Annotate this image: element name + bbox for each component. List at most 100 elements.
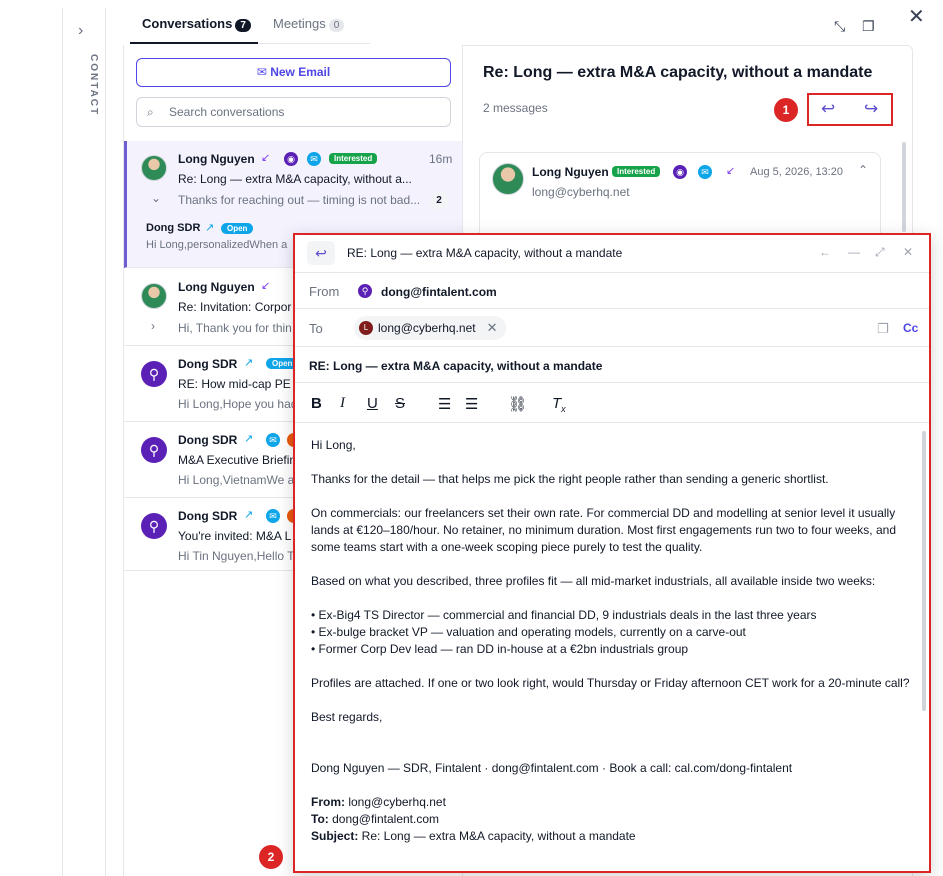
email-icon: ✉	[307, 152, 321, 166]
conversation-subject: Re: Long — extra M&A capacity, without a…	[178, 172, 412, 186]
message-count: 2 messages	[483, 101, 548, 115]
status-badge: Interested	[329, 153, 378, 164]
reply-icon[interactable]: ↩	[307, 241, 335, 265]
message-count: 2	[430, 192, 448, 210]
minimize-icon[interactable]: —	[848, 245, 860, 259]
search-icon: ⌕	[147, 105, 154, 119]
avatar: ⚲	[141, 361, 167, 387]
contact-name: Dong SDR	[178, 433, 238, 447]
quoted-value: long@cyberhq.net	[345, 795, 446, 809]
close-icon[interactable]: ✕	[908, 4, 925, 29]
clear-format-icon[interactable]: Tx	[552, 395, 566, 414]
email-body[interactable]: Hi Long, Thanks for the detail — that he…	[311, 437, 911, 845]
forward-icon[interactable]: ↪	[864, 99, 878, 119]
sender-name: Long Nguyen	[532, 165, 609, 179]
email-icon: ✉	[698, 165, 712, 179]
email-icon: ✉	[266, 509, 280, 523]
to-row: To L long@cyberhq.net ✕ ❐ Cc	[295, 309, 929, 347]
tab-meetings[interactable]: Meetings 0	[273, 16, 345, 32]
bullet-item: • Former Corp Dev lead — ran DD in-house…	[311, 642, 689, 656]
subject-row[interactable]: RE: Long — extra M&A capacity, without a…	[295, 347, 929, 383]
body-greeting: Hi Long,	[311, 438, 356, 452]
quoted-subject: Subject: Re: Long — extra M&A capacity, …	[311, 828, 911, 845]
chevron-up-icon[interactable]: ⌃	[858, 163, 868, 177]
recipient-email: long@cyberhq.net	[378, 321, 476, 335]
close-icon[interactable]: ✕	[903, 245, 913, 259]
contact-rail: › CONTACT	[62, 8, 106, 876]
contact-name: Dong SDR	[178, 357, 238, 371]
avatar	[492, 163, 524, 195]
outbound-arrow-icon: ↗	[205, 222, 215, 234]
avatar: ⚲	[141, 437, 167, 463]
search-input[interactable]: ⌕ Search conversations	[136, 97, 451, 127]
body-paragraph: Profiles are attached. If one or two loo…	[311, 676, 910, 690]
from-value[interactable]: dong@fintalent.com	[381, 285, 497, 299]
body-paragraph: Thanks for the detail — that helps me pi…	[311, 472, 829, 486]
recipient-chip[interactable]: L long@cyberhq.net ✕	[354, 316, 506, 340]
tab-bar: Conversations 7 Meetings 0	[130, 8, 370, 44]
body-paragraph: On commercials: our freelancers set thei…	[311, 506, 896, 554]
contact-rail-label: CONTACT	[88, 54, 99, 117]
ordered-list-icon[interactable]: ☰	[438, 395, 451, 413]
active-tab-indicator	[130, 42, 258, 44]
cc-button[interactable]: Cc	[903, 321, 918, 335]
bullet-list: • Ex-Big4 TS Director — commercial and f…	[311, 607, 911, 658]
back-arrow-icon[interactable]: ←	[819, 245, 831, 259]
tab-label: Conversations	[142, 16, 233, 31]
chevron-right-icon[interactable]: ›	[78, 22, 83, 40]
chevron-down-icon[interactable]: ⌄	[151, 191, 161, 205]
quoted-value: Re: Long — extra M&A capacity, without a…	[358, 829, 636, 843]
sender-avatar: ⚲	[358, 284, 372, 298]
conversation-preview: Hi Tin Nguyen,Hello T	[178, 549, 294, 563]
chevron-right-icon[interactable]: ›	[151, 319, 155, 333]
annotation-marker: 1	[774, 98, 798, 122]
collapse-icon[interactable]: ⤡	[834, 18, 845, 35]
quoted-label: Subject:	[311, 829, 359, 843]
outbound-arrow-icon: ↗	[244, 509, 254, 521]
scrollbar[interactable]	[922, 431, 926, 711]
from-label: From	[309, 284, 340, 299]
sub-sender-name: Dong SDR	[146, 222, 201, 234]
quoted-to: To: dong@fintalent.com	[311, 811, 911, 828]
outbound-arrow-icon: ↗	[244, 433, 254, 445]
inbound-arrow-icon: ↙	[261, 280, 271, 292]
conversation-subject: You're invited: M&A L	[178, 529, 292, 543]
email-icon: ✉	[266, 433, 280, 447]
conversation-subject: Re: Invitation: Corpor	[178, 300, 292, 314]
new-email-label: New Email	[270, 65, 331, 79]
copy-icon[interactable]: ❐	[877, 321, 889, 337]
conversation-subject: RE: How mid-cap PE	[178, 377, 291, 391]
to-label: To	[309, 321, 323, 336]
underline-icon[interactable]: U	[367, 395, 378, 412]
tab-conversations[interactable]: Conversations 7	[142, 16, 251, 32]
contact-name: Long Nguyen	[178, 280, 255, 294]
conversation-preview: Hi Long,VietnamWe a	[178, 473, 294, 487]
status-badge: Open	[221, 223, 254, 234]
new-email-button[interactable]: ✉ New Email	[136, 58, 451, 87]
reply-icon[interactable]: ↩	[821, 99, 835, 119]
copy-icon[interactable]: ❐	[862, 18, 875, 35]
avatar	[141, 283, 167, 309]
timestamp: 16m	[429, 152, 453, 166]
scrollbar[interactable]	[902, 142, 906, 232]
tab-label: Meetings	[273, 16, 326, 31]
strikethrough-icon[interactable]: S	[395, 395, 405, 412]
bold-icon[interactable]: B	[311, 395, 322, 412]
expand-icon[interactable]: ⤢	[875, 245, 885, 260]
channel-icon: ◉	[284, 152, 298, 166]
link-icon[interactable]: ⛓	[508, 395, 527, 413]
subject-field[interactable]: RE: Long — extra M&A capacity, without a…	[309, 359, 602, 373]
remove-recipient-icon[interactable]: ✕	[487, 316, 498, 340]
inbound-arrow-icon: ↙	[726, 165, 736, 177]
thread-title: Re: Long — extra M&A capacity, without a…	[483, 64, 873, 81]
bullet-list-icon[interactable]: ☰	[465, 395, 478, 413]
tab-count: 7	[235, 19, 251, 32]
mail-icon: ✉	[256, 65, 267, 79]
quoted-value: dong@fintalent.com	[328, 812, 440, 826]
annotation-marker: 2	[259, 845, 283, 869]
status-badge: Interested	[612, 166, 661, 177]
italic-icon[interactable]: I	[340, 395, 345, 412]
contact-name: Dong SDR	[178, 509, 238, 523]
sub-preview: Hi Long,personalizedWhen a	[146, 239, 288, 251]
compose-window: ↩ RE: Long — extra M&A capacity, without…	[293, 233, 931, 873]
